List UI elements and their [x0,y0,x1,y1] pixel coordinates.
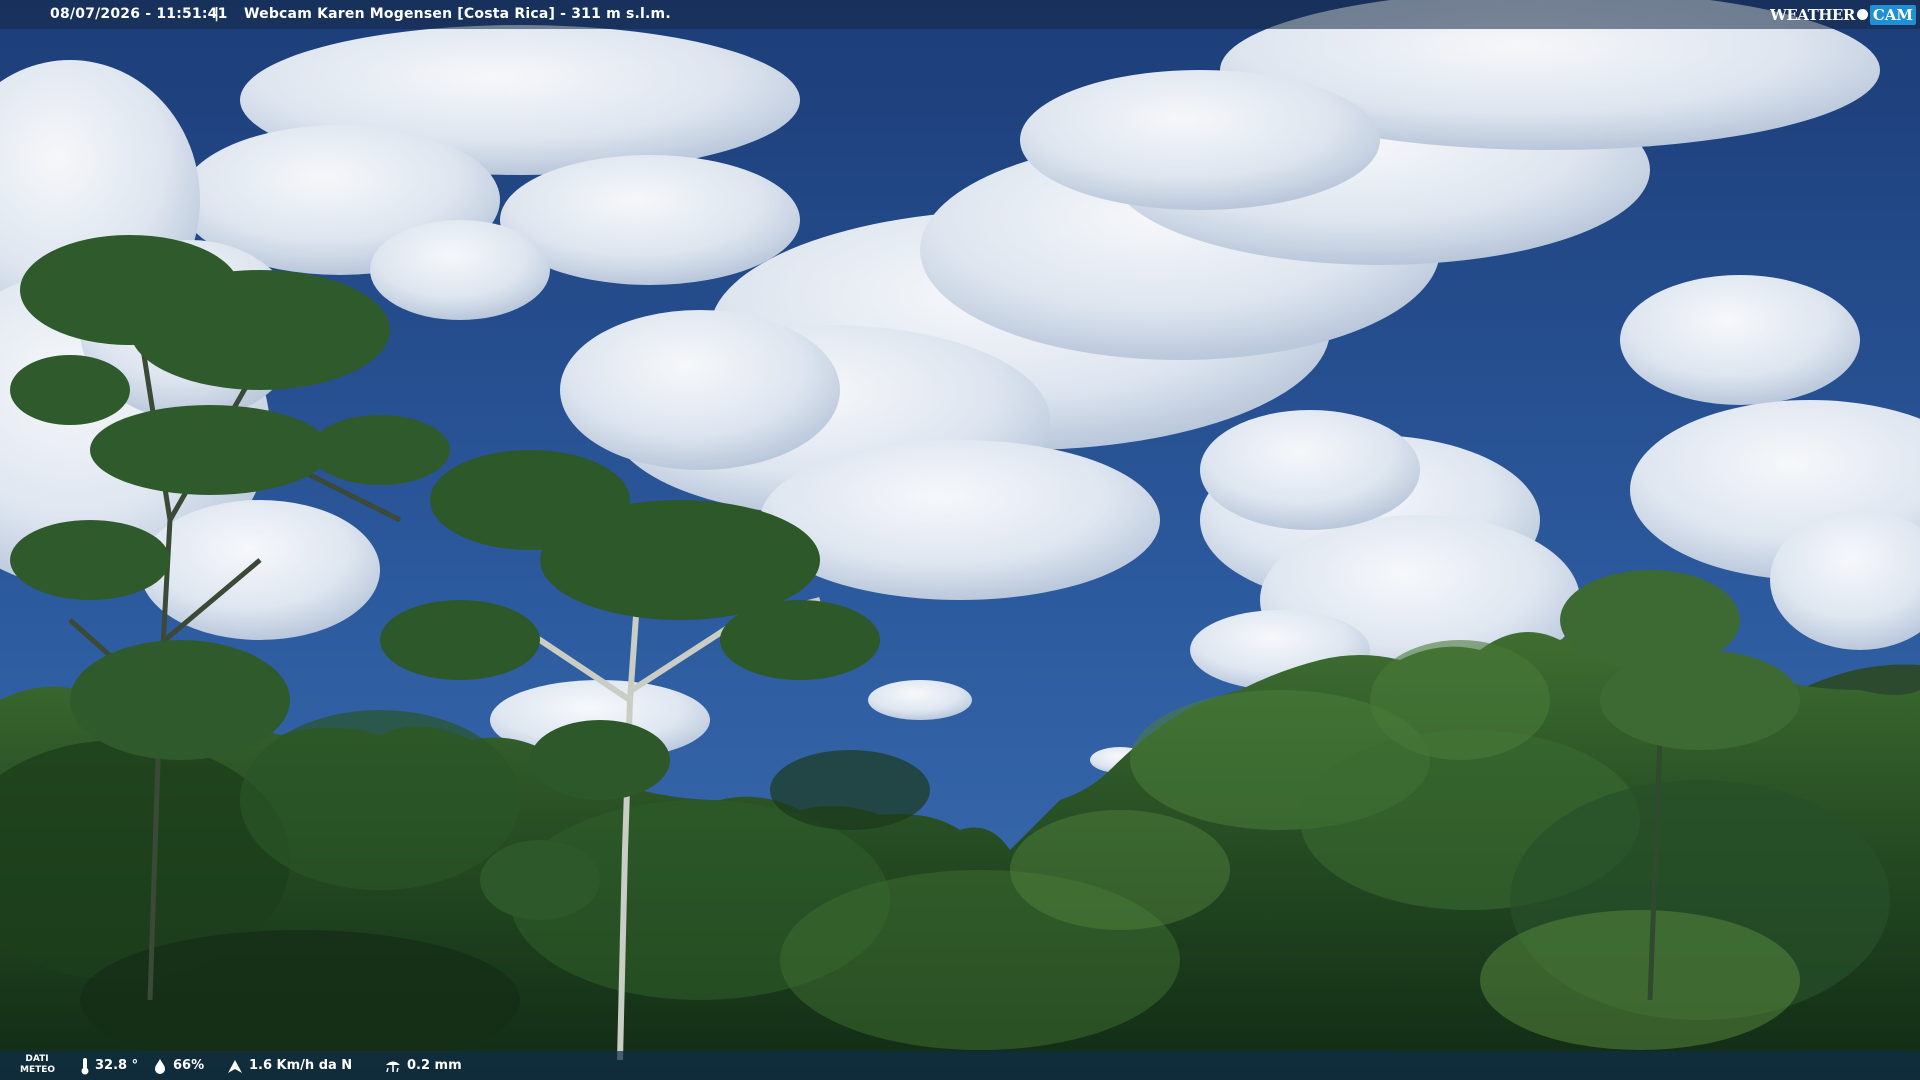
temperature-reading: 32.8 ° [80,1051,138,1080]
weather-data-label-line1: DATI [25,1054,49,1064]
webcam-title: Webcam Karen Mogensen [Costa Rica] - 311… [244,6,671,22]
webcam-frame: 08/07/2026 - 11:51:41 | Webcam Karen Mog… [0,0,1920,1080]
humidity-value: 66% [173,1058,205,1073]
thermometer-icon [81,1057,89,1074]
rain-icon [386,1061,400,1072]
logo-dot [1856,9,1868,20]
weathercam-logo: WEATHER CAM [1770,0,1920,29]
webcam-image [0,0,1920,1080]
weather-bar-bottom: DATI METEO 32.8 ° 66% 1.6 Km/h da N 0.2 … [0,1051,1920,1080]
drop-icon [155,1058,165,1074]
rain-reading: 0.2 mm [384,1051,462,1080]
timestamp: 08/07/2026 - 11:51:41 [50,6,228,22]
temperature-value: 32.8 ° [95,1058,139,1073]
wind-reading: 1.6 Km/h da N [226,1051,352,1080]
humidity-reading: 66% [152,1051,204,1080]
info-bar-top: 08/07/2026 - 11:51:41 | Webcam Karen Mog… [0,0,1920,29]
weather-data-label: DATI METEO [20,1054,56,1076]
wind-icon [228,1059,242,1073]
separator: | [214,6,220,22]
weather-data-label-line2: METEO [20,1065,56,1075]
rain-value: 0.2 mm [407,1058,462,1073]
wind-value: 1.6 Km/h da N [249,1058,353,1073]
logo-word: WEATHER [1769,5,1855,24]
logo-badge: CAM [1869,4,1916,25]
